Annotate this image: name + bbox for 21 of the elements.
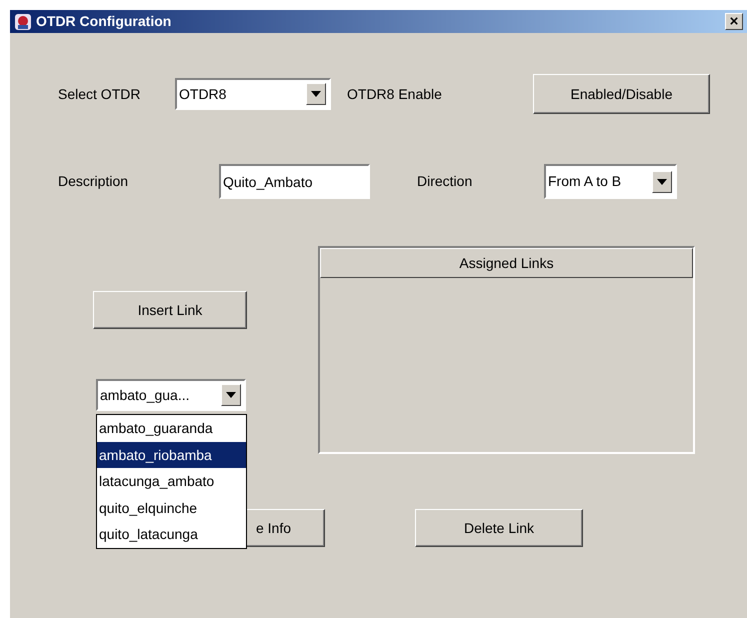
close-button[interactable]: × bbox=[725, 13, 743, 30]
enable-button[interactable]: Enabled/Disable bbox=[533, 74, 710, 114]
delete-link-button[interactable]: Delete Link bbox=[415, 509, 583, 547]
app-icon bbox=[14, 12, 32, 30]
dropdown-option[interactable]: latacunga_ambato bbox=[97, 468, 246, 494]
direction-dropdown[interactable]: From A to B bbox=[544, 164, 677, 199]
description-label: Description bbox=[58, 172, 130, 191]
link-dropdown[interactable]: ambato_gua... bbox=[96, 379, 246, 411]
direction-label: Direction bbox=[417, 172, 474, 191]
window-title: OTDR Configuration bbox=[36, 12, 172, 31]
caret-icon bbox=[226, 392, 236, 398]
caret-icon bbox=[657, 178, 667, 184]
select-otdr-label: Select OTDR bbox=[58, 84, 142, 104]
description-field[interactable]: Quito_Ambato bbox=[219, 164, 370, 199]
enable-label: OTDR8 Enable bbox=[347, 84, 443, 104]
caret-icon bbox=[311, 91, 321, 97]
dropdown-option[interactable]: ambato_guaranda bbox=[97, 415, 246, 442]
otdr-dropdown[interactable]: OTDR8 bbox=[175, 78, 331, 110]
column-header[interactable]: Assigned Links bbox=[320, 248, 693, 278]
insert-link-button[interactable]: Insert Link bbox=[93, 291, 247, 329]
dropdown-option[interactable]: ambato_riobamba bbox=[97, 442, 246, 468]
